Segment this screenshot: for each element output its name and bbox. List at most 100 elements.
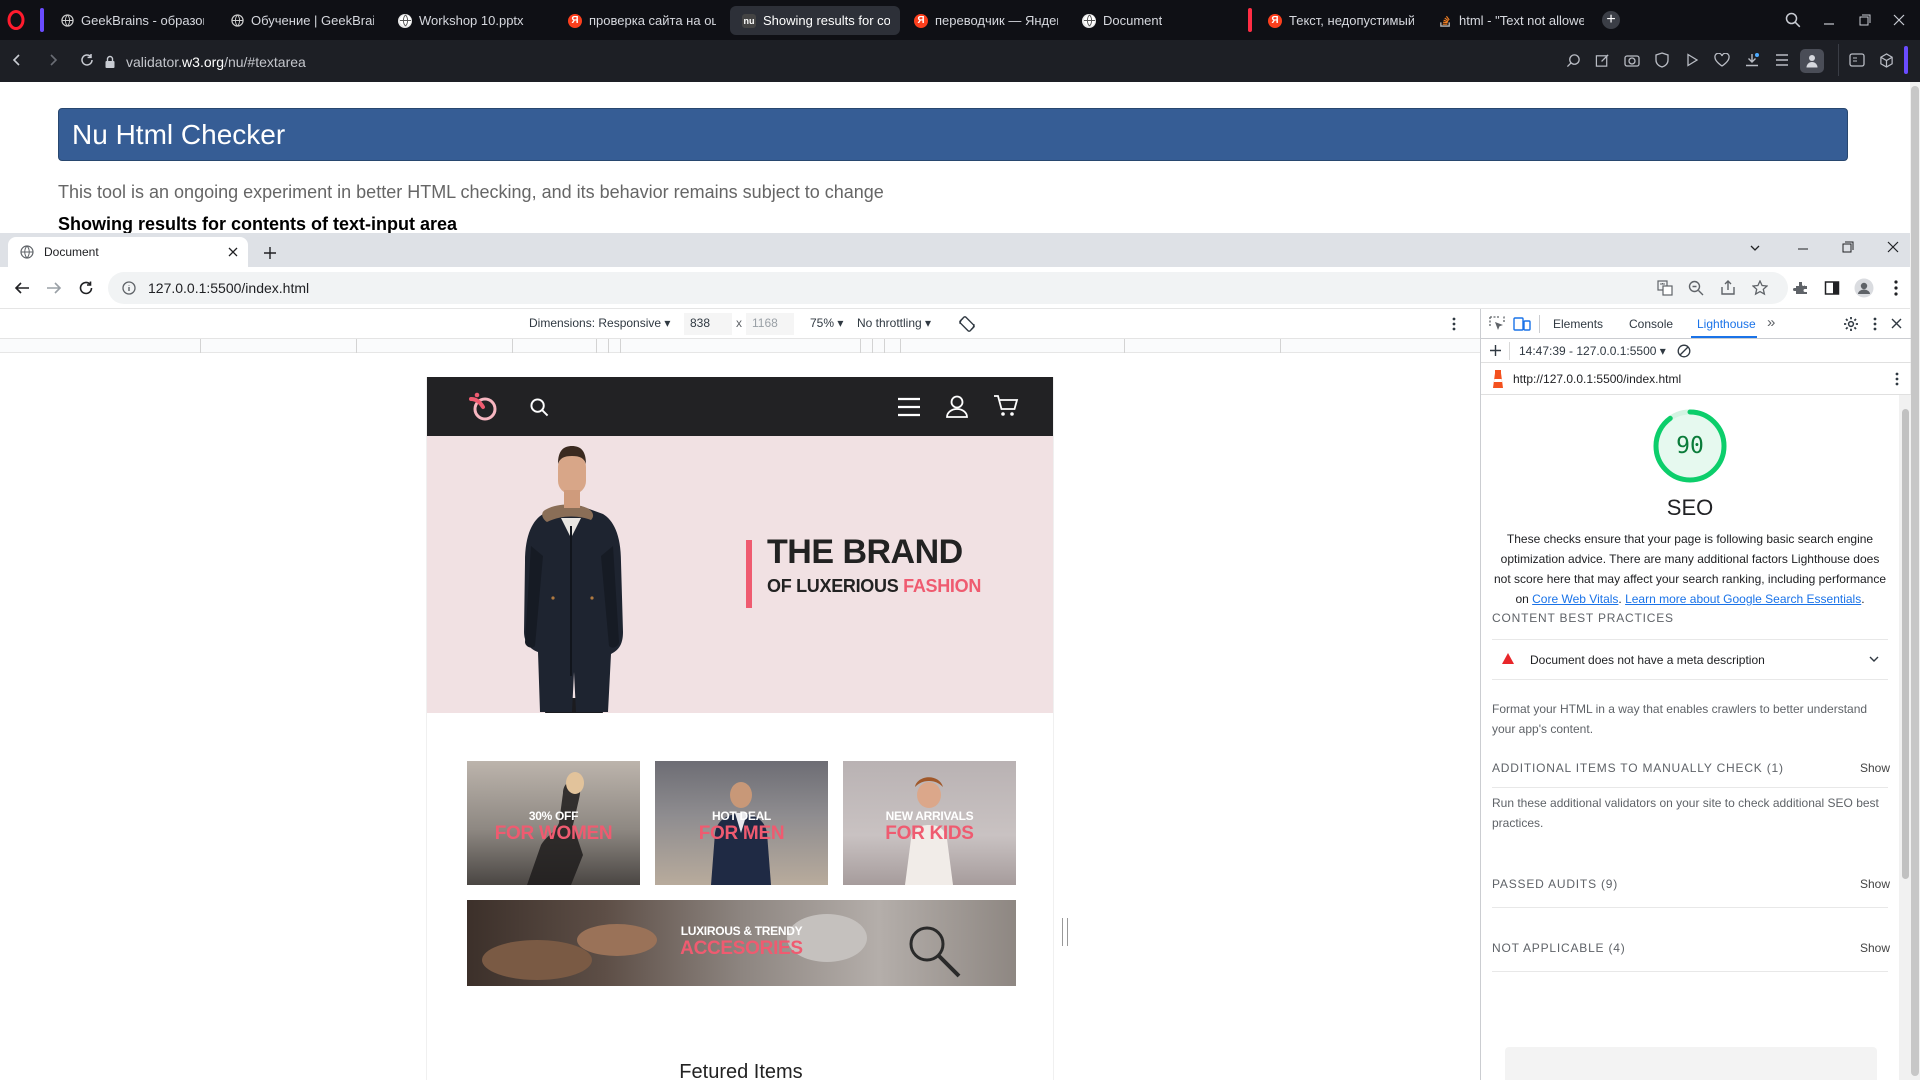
- chevron-down-icon[interactable]: [1868, 653, 1880, 665]
- tab-console[interactable]: Console: [1629, 317, 1673, 331]
- tab-elements[interactable]: Elements: [1553, 317, 1603, 331]
- user-icon[interactable]: [945, 394, 969, 418]
- tab-label: Обучение | GeekBrains - с: [251, 13, 374, 28]
- media-query-ruler[interactable]: [0, 339, 1480, 353]
- player-icon[interactable]: [1681, 49, 1703, 71]
- divider: [1492, 679, 1888, 680]
- bookmark-star-icon[interactable]: [1748, 276, 1772, 300]
- report-selector[interactable]: 14:47:39 - 127.0.0.1:5500 ▾: [1519, 344, 1666, 358]
- profile-icon[interactable]: [1800, 49, 1824, 73]
- download-icon[interactable]: [1741, 49, 1763, 71]
- opera-tab-3[interactable]: Workshop 10.pptx: [386, 6, 552, 35]
- new-tab-button[interactable]: +: [1602, 11, 1620, 29]
- category-men[interactable]: HOT DEAL FOR MEN: [655, 761, 828, 885]
- opera-tab-1[interactable]: GeekBrains - образовател: [48, 6, 214, 35]
- chrome-window: Document 127.0.0.1:5500/index.html Dimen…: [0, 233, 1911, 1080]
- tab-label: Document: [1103, 13, 1163, 28]
- restore-icon[interactable]: [1842, 241, 1854, 253]
- edit-icon[interactable]: [1591, 49, 1613, 71]
- report-menu-icon[interactable]: [1895, 372, 1899, 386]
- resize-handle[interactable]: [1062, 918, 1068, 946]
- learn-more-link[interactable]: Learn more about Google Search Essential…: [1625, 592, 1861, 606]
- opera-tab-7[interactable]: Document: [1070, 6, 1236, 35]
- menu-icon[interactable]: [897, 395, 921, 419]
- reload-icon[interactable]: [76, 49, 98, 71]
- report-scrollbar-thumb[interactable]: [1902, 409, 1909, 879]
- back-icon[interactable]: [6, 49, 28, 71]
- globe-icon: [398, 13, 412, 28]
- core-web-vitals-link[interactable]: Core Web Vitals: [1532, 592, 1618, 606]
- show-manual-button[interactable]: Show: [1860, 761, 1890, 775]
- opera-tab-8[interactable]: Я Текст, недопустимый в э: [1256, 6, 1424, 35]
- width-input[interactable]: 838: [684, 313, 732, 335]
- chrome-address-bar[interactable]: 127.0.0.1:5500/index.html: [108, 272, 1788, 304]
- forward-icon[interactable]: [42, 276, 66, 300]
- device-options-icon[interactable]: [1452, 317, 1456, 331]
- height-input[interactable]: 1168: [746, 313, 794, 335]
- close-icon[interactable]: [1876, 0, 1920, 40]
- show-passed-button[interactable]: Show: [1860, 877, 1890, 891]
- rotate-icon[interactable]: [958, 315, 976, 333]
- menu-dots-icon[interactable]: [1884, 276, 1908, 300]
- tab-search-icon[interactable]: [1748, 241, 1762, 255]
- reload-icon[interactable]: [74, 276, 98, 300]
- search-icon[interactable]: [529, 397, 549, 417]
- devtools-menu-icon[interactable]: [1873, 317, 1877, 331]
- page-search-icon[interactable]: [1562, 49, 1584, 71]
- zoom-select[interactable]: 75% ▾: [810, 316, 843, 330]
- new-tab-button[interactable]: [258, 241, 282, 265]
- section-not-applicable: NOT APPLICABLE (4) Show: [1492, 941, 1890, 955]
- close-window-icon[interactable]: [1887, 241, 1899, 253]
- opera-tab-2[interactable]: Обучение | GeekBrains - с: [218, 6, 384, 35]
- camera-icon[interactable]: [1621, 49, 1643, 71]
- show-na-button[interactable]: Show: [1860, 941, 1890, 955]
- site-logo-icon[interactable]: [465, 389, 499, 423]
- zoom-icon[interactable]: [1684, 276, 1708, 300]
- easy-setup-icon[interactable]: [1771, 49, 1793, 71]
- workspace-indicator-red: [1248, 8, 1252, 32]
- tab-label: проверка сайта на ошиб: [589, 13, 716, 28]
- profile-avatar[interactable]: [1852, 276, 1876, 300]
- opera-tab-5-active[interactable]: nu Showing results for conte: [730, 6, 900, 35]
- audit-meta-description[interactable]: Document does not have a meta descriptio…: [1492, 641, 1888, 679]
- extensions-icon[interactable]: [1789, 276, 1813, 300]
- chrome-tab-document[interactable]: Document: [8, 237, 248, 267]
- heart-icon[interactable]: [1711, 49, 1733, 71]
- shield-icon[interactable]: [1651, 49, 1673, 71]
- section-count: (9): [1601, 877, 1619, 891]
- back-icon[interactable]: [10, 276, 34, 300]
- inspect-element-icon[interactable]: [1489, 316, 1505, 332]
- new-report-icon[interactable]: [1489, 344, 1502, 357]
- category-accessories[interactable]: LUXIROUS & TRENDY ACCESORIES: [467, 900, 1016, 986]
- close-icon[interactable]: [228, 247, 238, 257]
- dimensions-select[interactable]: Dimensions: Responsive ▾: [529, 316, 670, 330]
- opera-tab-6[interactable]: Я переводчик — Яндекс: н: [902, 6, 1068, 35]
- more-tabs-icon[interactable]: »: [1767, 314, 1775, 331]
- category-kids[interactable]: NEW ARRIVALS FOR KIDS: [843, 761, 1016, 885]
- settings-gear-icon[interactable]: [1843, 316, 1859, 332]
- info-icon[interactable]: [122, 281, 136, 295]
- cart-icon[interactable]: [993, 394, 1019, 418]
- opera-tab-9[interactable]: html - "Text not allowed in: [1426, 6, 1594, 35]
- tab-lighthouse[interactable]: Lighthouse: [1697, 317, 1756, 331]
- cube-icon[interactable]: [1875, 49, 1897, 71]
- devtools-tab-bar: Elements Console Lighthouse »: [1481, 309, 1911, 339]
- throttling-select[interactable]: No throttling ▾: [857, 316, 931, 330]
- sidebar-icon[interactable]: [1846, 49, 1868, 71]
- report-url[interactable]: http://127.0.0.1:5500/index.html: [1513, 372, 1681, 386]
- yandex-icon: Я: [914, 13, 928, 28]
- close-devtools-icon[interactable]: [1891, 318, 1902, 329]
- translate-icon[interactable]: [1653, 276, 1677, 300]
- forward-icon[interactable]: [42, 49, 64, 71]
- device-toggle-icon[interactable]: [1513, 316, 1531, 332]
- opera-logo-icon[interactable]: [6, 10, 26, 30]
- side-panel-icon[interactable]: [1820, 276, 1844, 300]
- page-scrollbar-thumb[interactable]: [1911, 86, 1919, 1076]
- share-icon[interactable]: [1716, 276, 1740, 300]
- category-women[interactable]: 30% OFF FOR WOMEN: [467, 761, 640, 885]
- page-description: This tool is an ongoing experiment in be…: [58, 182, 884, 202]
- caret-down-icon: ▾: [1659, 344, 1666, 358]
- clear-reports-icon[interactable]: [1677, 344, 1691, 358]
- minimize-icon[interactable]: [1797, 243, 1809, 255]
- opera-tab-4[interactable]: Я проверка сайта на ошиб: [556, 6, 726, 35]
